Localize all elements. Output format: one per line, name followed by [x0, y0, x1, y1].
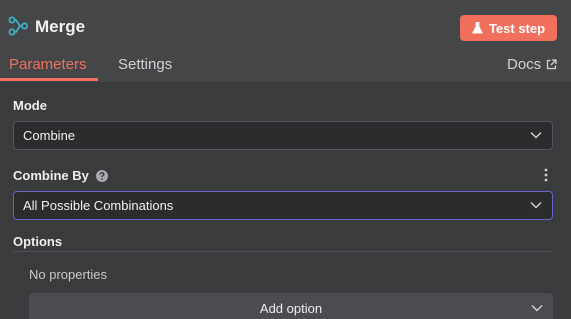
- combine-by-label: Combine By: [13, 168, 89, 183]
- no-properties-text: No properties: [29, 267, 108, 282]
- test-step-label: Test step: [488, 20, 546, 36]
- combine-by-select[interactable]: All Possible Combinations: [13, 191, 553, 220]
- options-divider: [13, 251, 553, 252]
- node-header: Merge Test step Parameters Settings Docs: [0, 0, 571, 82]
- tab-settings[interactable]: Settings: [118, 56, 172, 73]
- mode-value: Combine: [23, 128, 76, 143]
- docs-link[interactable]: Docs: [507, 56, 557, 73]
- chevron-down-icon: [530, 131, 542, 139]
- chevron-down-icon: [530, 201, 542, 209]
- chevron-down-icon: [531, 304, 543, 312]
- add-option-label: Add option: [259, 300, 323, 316]
- test-step-button[interactable]: Test step: [460, 15, 557, 41]
- tab-parameters[interactable]: Parameters: [9, 56, 87, 73]
- flask-icon: [471, 22, 483, 34]
- question-circle-icon[interactable]: [96, 170, 109, 182]
- node-title: Merge: [35, 17, 86, 36]
- external-link-icon: [547, 59, 557, 70]
- options-label: Options: [13, 234, 63, 249]
- combine-by-value: All Possible Combinations: [23, 198, 174, 213]
- docs-label: Docs: [507, 56, 542, 73]
- active-tab-indicator: [0, 78, 98, 81]
- combine-by-label-row: Combine By: [13, 168, 109, 183]
- add-option-button[interactable]: Add option: [29, 293, 553, 319]
- more-options-icon[interactable]: [543, 168, 549, 182]
- mode-select[interactable]: Combine: [13, 121, 553, 150]
- mode-label: Mode: [13, 98, 47, 113]
- merge-icon: [8, 16, 28, 36]
